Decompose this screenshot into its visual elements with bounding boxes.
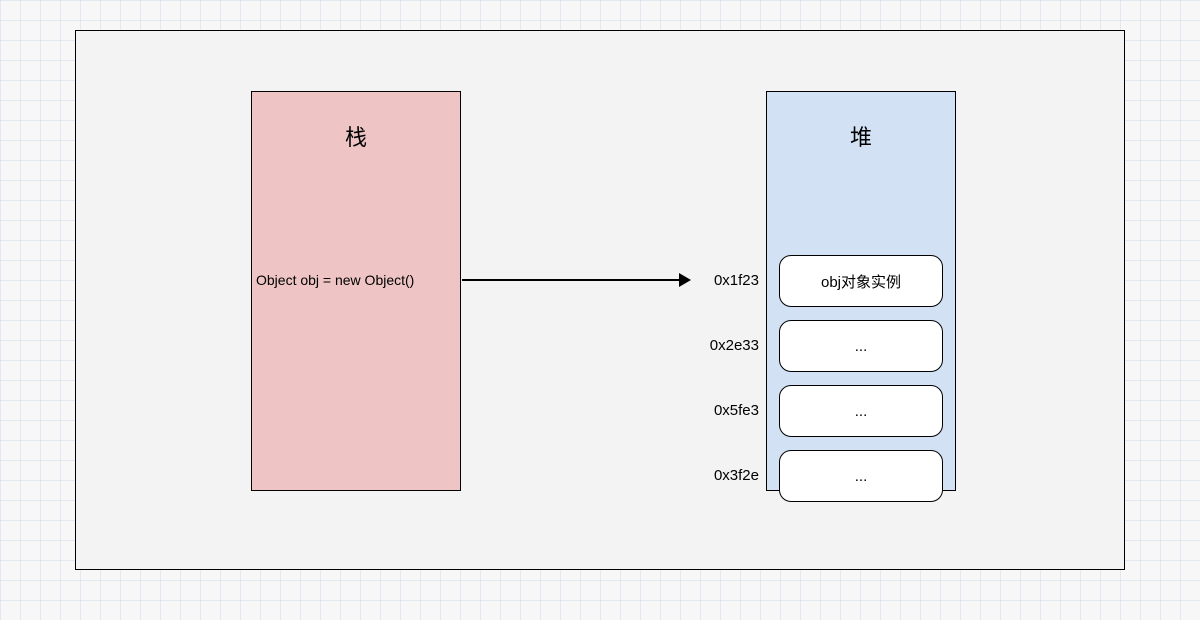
heap-address-3: 0x3f2e: [689, 467, 759, 484]
heap-address-2: 0x5fe3: [689, 402, 759, 419]
heap-address-1: 0x2e33: [689, 337, 759, 354]
diagram-frame: 栈 Object obj = new Object() 0x1f23 0x2e3…: [75, 30, 1125, 570]
heap-cell-3: ...: [779, 450, 943, 502]
stack-code-line: Object obj = new Object(): [256, 272, 414, 288]
heap-cell-0: obj对象实例: [779, 255, 943, 307]
heap-region: 堆 obj对象实例 ... ... ...: [766, 91, 956, 491]
heap-cell-2: ...: [779, 385, 943, 437]
heap-title: 堆: [767, 120, 955, 152]
heap-address-0: 0x1f23: [689, 272, 759, 289]
reference-arrow-line: [462, 279, 684, 281]
stack-region: 栈 Object obj = new Object(): [251, 91, 461, 491]
stack-title: 栈: [252, 120, 460, 152]
heap-cell-1: ...: [779, 320, 943, 372]
